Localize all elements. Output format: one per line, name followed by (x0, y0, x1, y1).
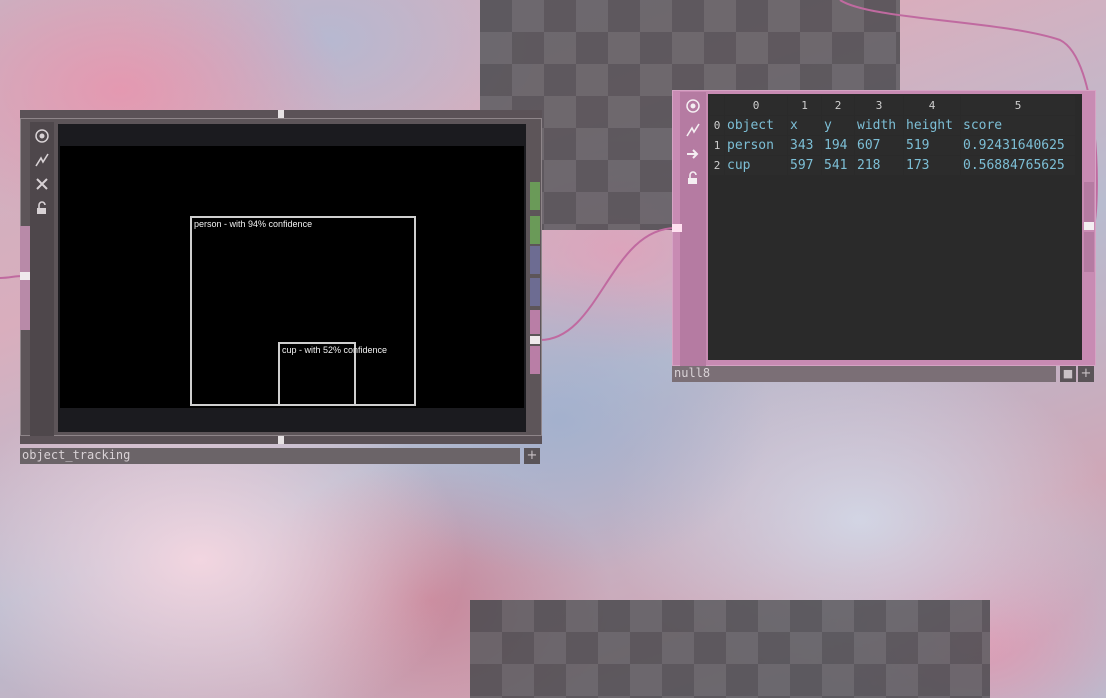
column-index: 4 (904, 96, 960, 115)
detection-label: cup - with 52% confidence (282, 345, 388, 355)
table-cell[interactable]: 0.56884765625 (961, 156, 1075, 175)
column-index: 2 (822, 96, 854, 115)
add-button[interactable]: + (1078, 366, 1094, 382)
row-index: 2 (710, 156, 724, 175)
top-viewer[interactable]: person - with 94% confidence cup - with … (58, 124, 526, 432)
table-cell[interactable]: 343 (788, 136, 821, 155)
input-port[interactable] (672, 224, 682, 232)
table-cell[interactable]: cup (725, 156, 787, 175)
row-index: 0 (710, 116, 724, 135)
node-name-label[interactable]: null8 (672, 366, 1056, 382)
table-row: 1 person 343 194 607 519 0.92431640625 (710, 136, 1075, 155)
bypass-icon[interactable] (683, 120, 703, 140)
column-index: 0 (725, 96, 787, 115)
output-strip (530, 346, 540, 374)
table-cell[interactable]: x (788, 116, 821, 135)
table-corner (710, 96, 724, 115)
table-cell[interactable]: 519 (904, 136, 960, 155)
column-index: 1 (788, 96, 821, 115)
output-strip (530, 246, 540, 274)
output-strip (530, 182, 540, 210)
output-strip (530, 310, 540, 334)
table-header-row: 0 1 2 3 4 5 (710, 96, 1075, 115)
table-cell[interactable]: width (855, 116, 903, 135)
table-cell[interactable]: object (725, 116, 787, 135)
column-index: 3 (855, 96, 903, 115)
column-index: 5 (961, 96, 1075, 115)
viewer-image: person - with 94% confidence cup - with … (60, 146, 524, 408)
row-index: 1 (710, 136, 724, 155)
detection-box-cup: cup - with 52% confidence (278, 342, 387, 406)
lock-icon[interactable] (683, 168, 703, 188)
data-table[interactable]: 0 1 2 3 4 5 0 object x y width height sc… (709, 95, 1076, 176)
table-cell[interactable]: 597 (788, 156, 821, 175)
add-button[interactable]: ■ (1060, 366, 1076, 382)
wire[interactable] (539, 227, 677, 341)
output-strip (530, 278, 540, 306)
bypass-icon[interactable] (32, 150, 52, 170)
output-strip (1084, 232, 1094, 272)
close-icon[interactable] (32, 174, 52, 194)
table-row: 0 object x y width height score (710, 116, 1075, 135)
output-strip (530, 216, 540, 244)
input-port[interactable] (20, 272, 30, 280)
table-cell[interactable]: 607 (855, 136, 903, 155)
node-name-label[interactable]: object_tracking (20, 448, 520, 464)
wire[interactable] (0, 275, 23, 279)
node-side-rail (30, 122, 54, 438)
table-cell[interactable]: height (904, 116, 960, 135)
table-cell[interactable]: 541 (822, 156, 854, 175)
output-port[interactable] (530, 336, 540, 344)
table-cell[interactable]: 218 (855, 156, 903, 175)
node-top-bar-divider (278, 110, 284, 118)
table-cell[interactable]: y (822, 116, 854, 135)
table-cell[interactable]: person (725, 136, 787, 155)
table-row: 2 cup 597 541 218 173 0.56884765625 (710, 156, 1075, 175)
object-tracking-node[interactable]: person - with 94% confidence cup - with … (20, 110, 542, 466)
viewer-icon[interactable] (683, 96, 703, 116)
table-cell[interactable]: 0.92431640625 (961, 136, 1075, 155)
add-button[interactable]: + (524, 448, 540, 464)
node-side-rail (680, 92, 706, 366)
viewer-icon[interactable] (32, 126, 52, 146)
node-bottom-bar-divider (278, 436, 284, 444)
table-cell[interactable]: score (961, 116, 1075, 135)
output-port[interactable] (1084, 222, 1094, 230)
detection-label: person - with 94% confidence (194, 219, 313, 229)
output-strip (1084, 182, 1094, 222)
table-cell[interactable]: 194 (822, 136, 854, 155)
arrow-right-icon[interactable] (683, 144, 703, 164)
table-cell[interactable]: 173 (904, 156, 960, 175)
null8-node[interactable]: 0 1 2 3 4 5 0 object x y width height sc… (672, 90, 1096, 384)
network-editor-canvas[interactable]: person - with 94% confidence cup - with … (0, 0, 1106, 698)
lock-icon[interactable] (32, 198, 52, 218)
